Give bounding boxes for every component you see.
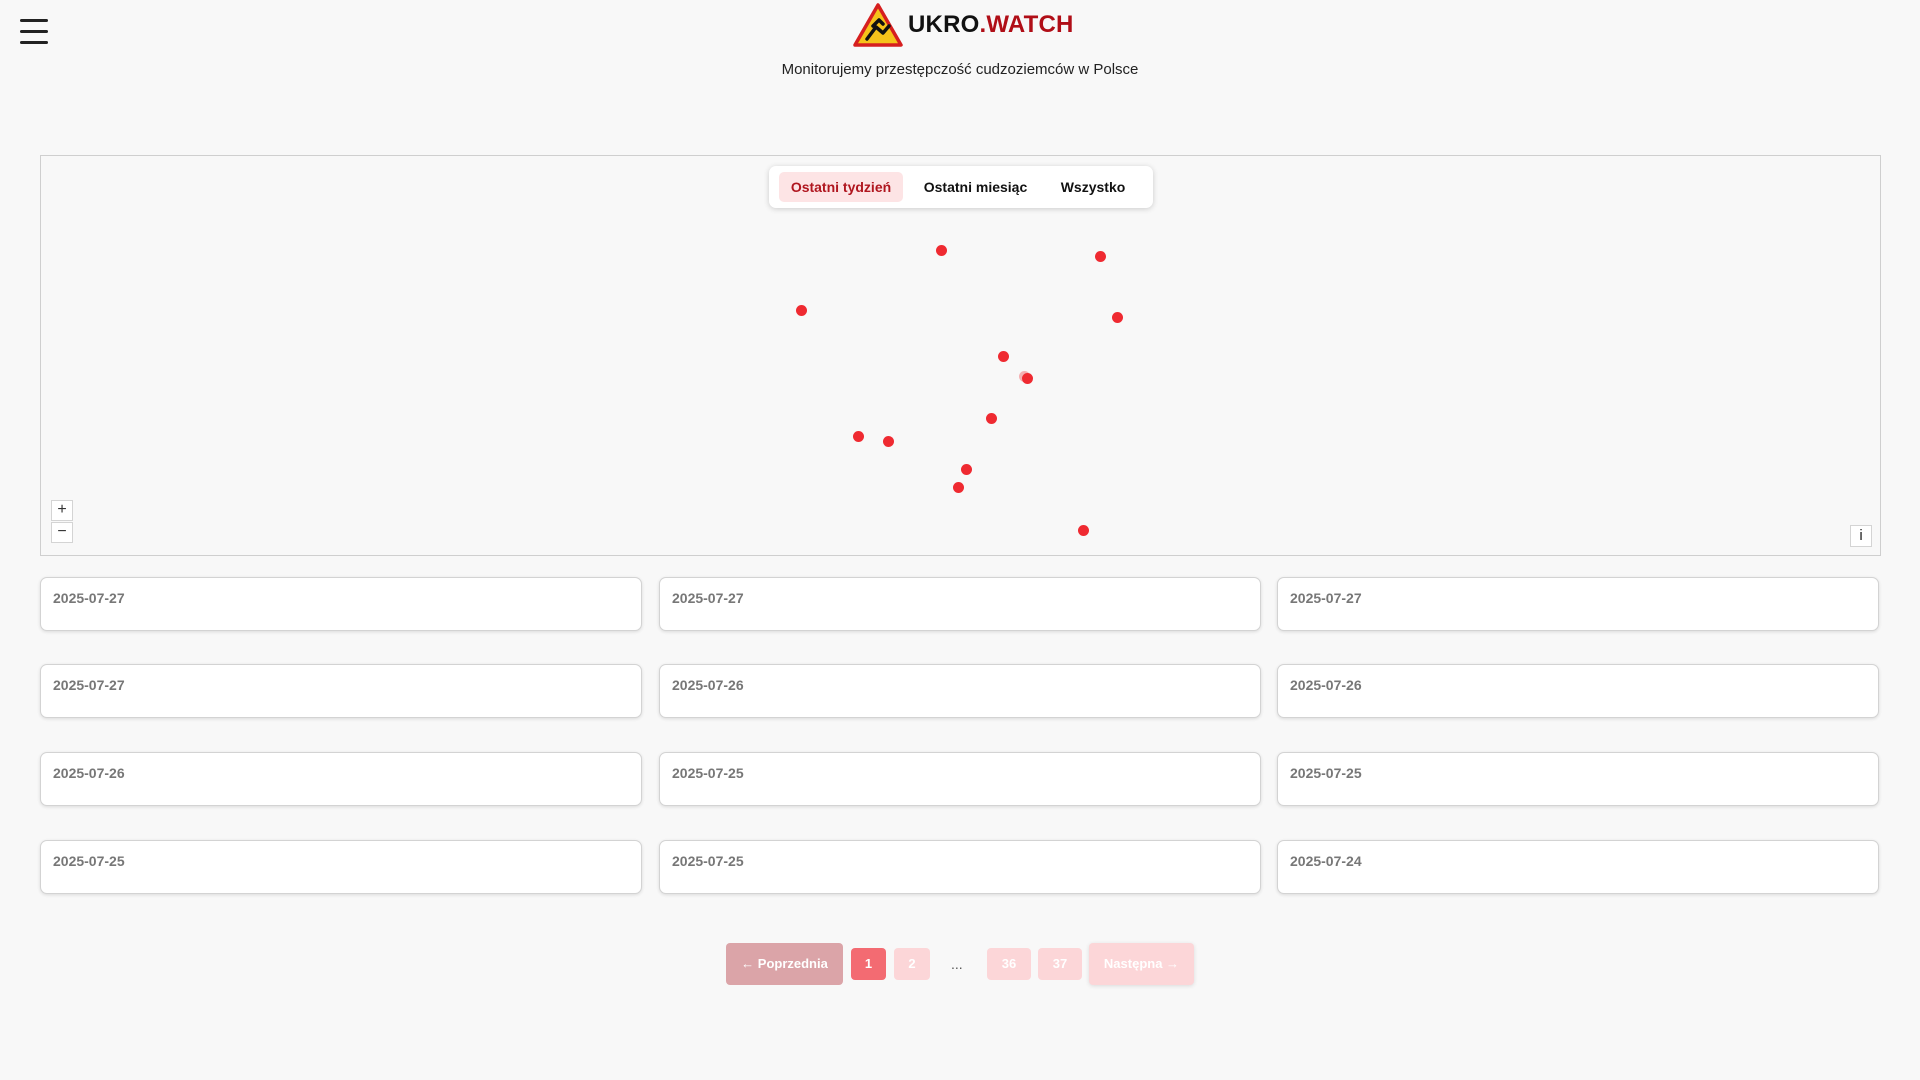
incident-card[interactable]: 2025-07-27 — [659, 577, 1261, 631]
zoom-in-button[interactable]: + — [51, 500, 73, 521]
site-tagline: Monitorujemy przestępczość cudzoziemców … — [781, 61, 1139, 78]
time-filter-bar: Ostatni tydzień Ostatni miesiąc Wszystko — [769, 166, 1153, 208]
incident-map[interactable]: Ostatni tydzień Ostatni miesiąc Wszystko… — [40, 155, 1881, 556]
warning-sign-logo-icon — [853, 3, 903, 47]
incident-date: 2025-07-25 — [672, 853, 744, 869]
site-logo[interactable]: UKRO.WATCH — [852, 2, 1074, 48]
site-header: UKRO.WATCH Monitorujemy przestępczość cu… — [0, 0, 1920, 110]
incident-marker[interactable] — [796, 305, 807, 316]
filter-last-week-button[interactable]: Ostatni tydzień — [779, 172, 903, 202]
incident-card[interactable]: 2025-07-24 — [1277, 840, 1879, 894]
pagination-ellipsis: ... — [951, 956, 963, 972]
incident-marker[interactable] — [1095, 251, 1106, 262]
site-name-part1: UKRO — [908, 11, 980, 38]
site-name-part2: .WATCH — [979, 11, 1074, 38]
incident-marker[interactable] — [986, 413, 997, 424]
incident-card[interactable]: 2025-07-27 — [1277, 577, 1879, 631]
incident-marker[interactable] — [1078, 525, 1089, 536]
page-button-37[interactable]: 37 — [1038, 948, 1082, 980]
incident-card[interactable]: 2025-07-25 — [1277, 752, 1879, 806]
incident-card[interactable]: 2025-07-25 — [40, 840, 642, 894]
filter-all-button[interactable]: Wszystko — [1048, 172, 1138, 202]
incident-date: 2025-07-27 — [672, 590, 744, 606]
incident-marker[interactable] — [1022, 373, 1033, 384]
incident-date: 2025-07-27 — [53, 590, 125, 606]
incident-marker[interactable] — [936, 245, 947, 256]
hamburger-menu-icon[interactable] — [20, 19, 48, 45]
incident-date: 2025-07-25 — [672, 765, 744, 781]
page-button-2[interactable]: 2 — [894, 948, 930, 980]
incident-card[interactable]: 2025-07-25 — [659, 840, 1261, 894]
incident-marker[interactable] — [961, 464, 972, 475]
incident-marker[interactable] — [953, 482, 964, 493]
incident-card[interactable]: 2025-07-25 — [659, 752, 1261, 806]
incident-marker[interactable] — [853, 431, 864, 442]
zoom-out-button[interactable]: − — [51, 522, 73, 543]
incident-card[interactable]: 2025-07-26 — [1277, 664, 1879, 718]
filter-last-month-button[interactable]: Ostatni miesiąc — [912, 172, 1039, 202]
page-button-36[interactable]: 36 — [987, 948, 1031, 980]
incident-card[interactable]: 2025-07-27 — [40, 577, 642, 631]
site-name: UKRO.WATCH — [908, 11, 1074, 39]
map-attribution-info-button[interactable]: i — [1850, 525, 1872, 547]
incident-marker[interactable] — [998, 351, 1009, 362]
incident-date: 2025-07-26 — [1290, 677, 1362, 693]
incident-card[interactable]: 2025-07-26 — [659, 664, 1261, 718]
incident-date: 2025-07-26 — [53, 765, 125, 781]
page-button-1[interactable]: 1 — [851, 948, 886, 980]
incident-date: 2025-07-27 — [53, 677, 125, 693]
previous-page-button[interactable]: ← Poprzednia — [726, 943, 843, 985]
incident-date: 2025-07-26 — [672, 677, 744, 693]
incident-date: 2025-07-27 — [1290, 590, 1362, 606]
incident-date: 2025-07-24 — [1290, 853, 1362, 869]
incident-date: 2025-07-25 — [1290, 765, 1362, 781]
incident-date: 2025-07-25 — [53, 853, 125, 869]
incident-card[interactable]: 2025-07-27 — [40, 664, 642, 718]
next-page-button[interactable]: Następna → — [1089, 943, 1194, 985]
incident-marker[interactable] — [1112, 312, 1123, 323]
incident-card[interactable]: 2025-07-26 — [40, 752, 642, 806]
incident-marker[interactable] — [883, 436, 894, 447]
